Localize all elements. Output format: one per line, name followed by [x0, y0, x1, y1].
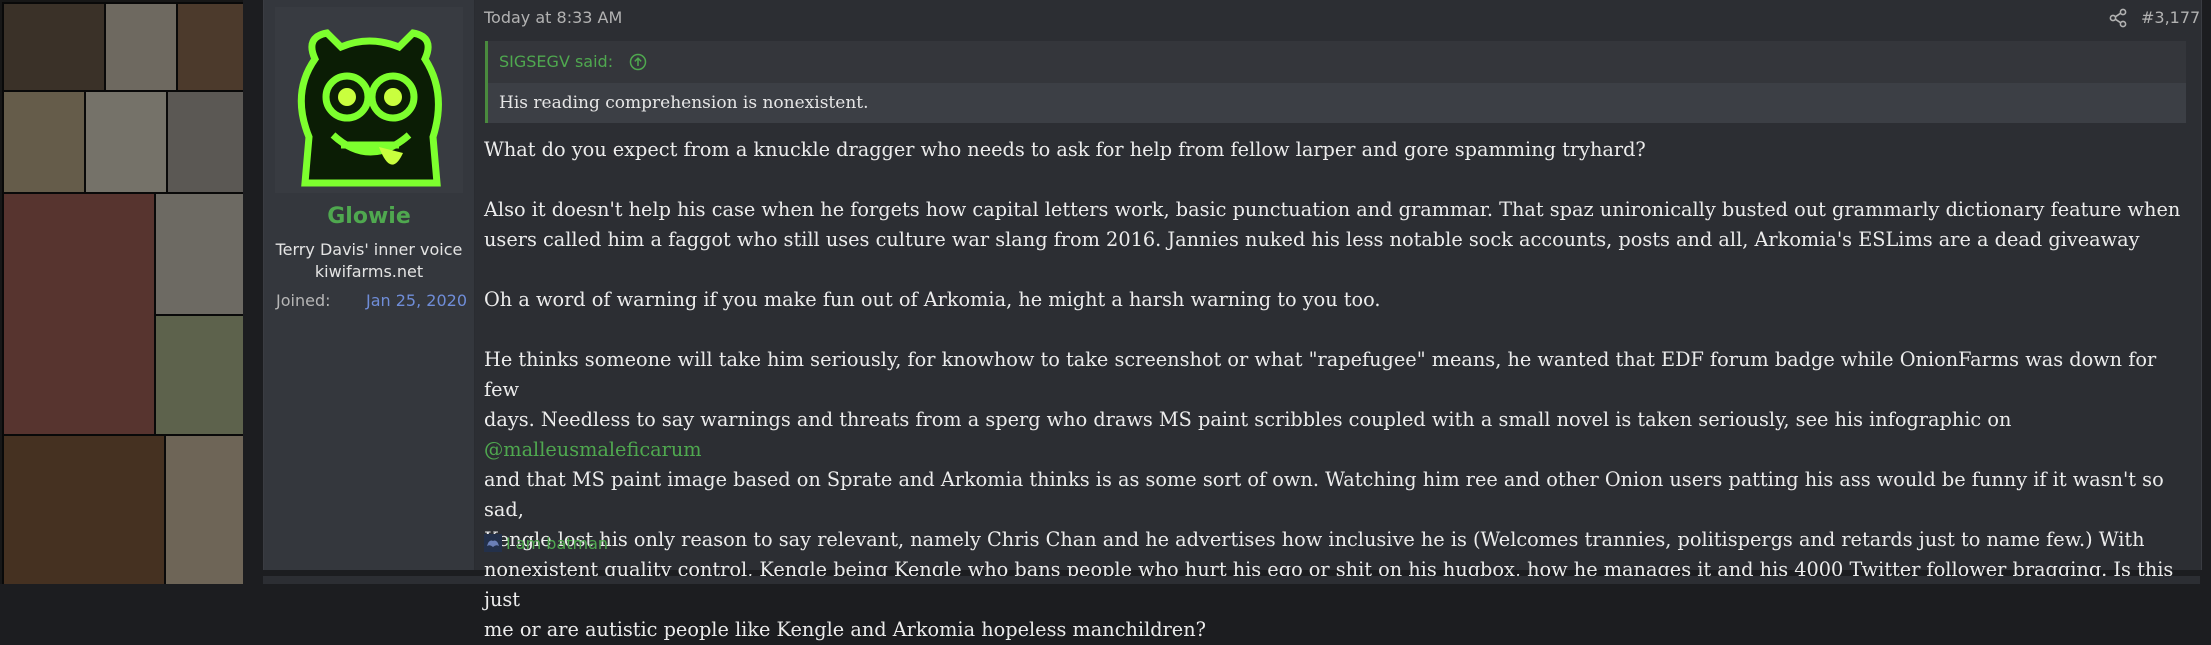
user-mention-link[interactable]: @malleusmaleficarum [484, 438, 702, 461]
quote-header: SIGSEGV said: [488, 41, 2186, 83]
user-title: Terry Davis' inner voice [275, 240, 463, 259]
quote-block: SIGSEGV said: His reading comprehension … [485, 41, 2186, 123]
next-post-edge [263, 576, 2200, 584]
batman-icon [484, 534, 502, 552]
glowing-green-mascot-avatar-icon [275, 7, 463, 193]
comic-background [0, 0, 243, 584]
post-timestamp[interactable]: Today at 8:33 AM [484, 8, 622, 27]
post-body: What do you expect from a knuckle dragge… [484, 135, 2190, 645]
body-line: me or are autistic people like Kengle an… [484, 618, 1206, 641]
body-line: Also it doesn't help his case when he fo… [484, 198, 2181, 221]
body-line: and that MS paint image based on Sprate … [484, 468, 2164, 521]
body-paragraph: Oh a word of warning if you make fun out… [484, 288, 1381, 311]
forum-post: Glowie Terry Davis' inner voice kiwifarm… [263, 0, 2202, 641]
joined-date: Jan 25, 2020 [366, 291, 467, 310]
user-info-column: Glowie Terry Davis' inner voice kiwifarm… [264, 0, 475, 570]
quote-author[interactable]: SIGSEGV said: [499, 52, 613, 71]
body-line: users called him a faggot who still uses… [484, 228, 2140, 251]
body-line: days. Needless to say warnings and threa… [484, 405, 2190, 465]
body-line: nonexistent quality control, Kengle bein… [484, 558, 2174, 611]
username[interactable]: Glowie [264, 204, 474, 229]
joined-label: Joined: [276, 291, 331, 310]
quote-text: His reading comprehension is nonexistent… [499, 93, 869, 113]
avatar[interactable] [275, 7, 463, 193]
body-line-text: days. Needless to say warnings and threa… [484, 408, 2012, 431]
jump-to-quote-arrow-icon[interactable] [629, 53, 647, 71]
signature: I am batman [484, 534, 608, 558]
body-paragraph: What do you expect from a knuckle dragge… [484, 138, 1646, 161]
signature-text[interactable]: I am batman [506, 534, 608, 553]
post-number-link[interactable]: #3,177 [2141, 8, 2200, 27]
body-line: He thinks someone will take him seriousl… [484, 348, 2157, 401]
user-banner-site: kiwifarms.net [314, 262, 424, 281]
body-line: Kengle lost his only reason to say relev… [484, 528, 2145, 551]
share-icon[interactable] [2108, 8, 2128, 28]
